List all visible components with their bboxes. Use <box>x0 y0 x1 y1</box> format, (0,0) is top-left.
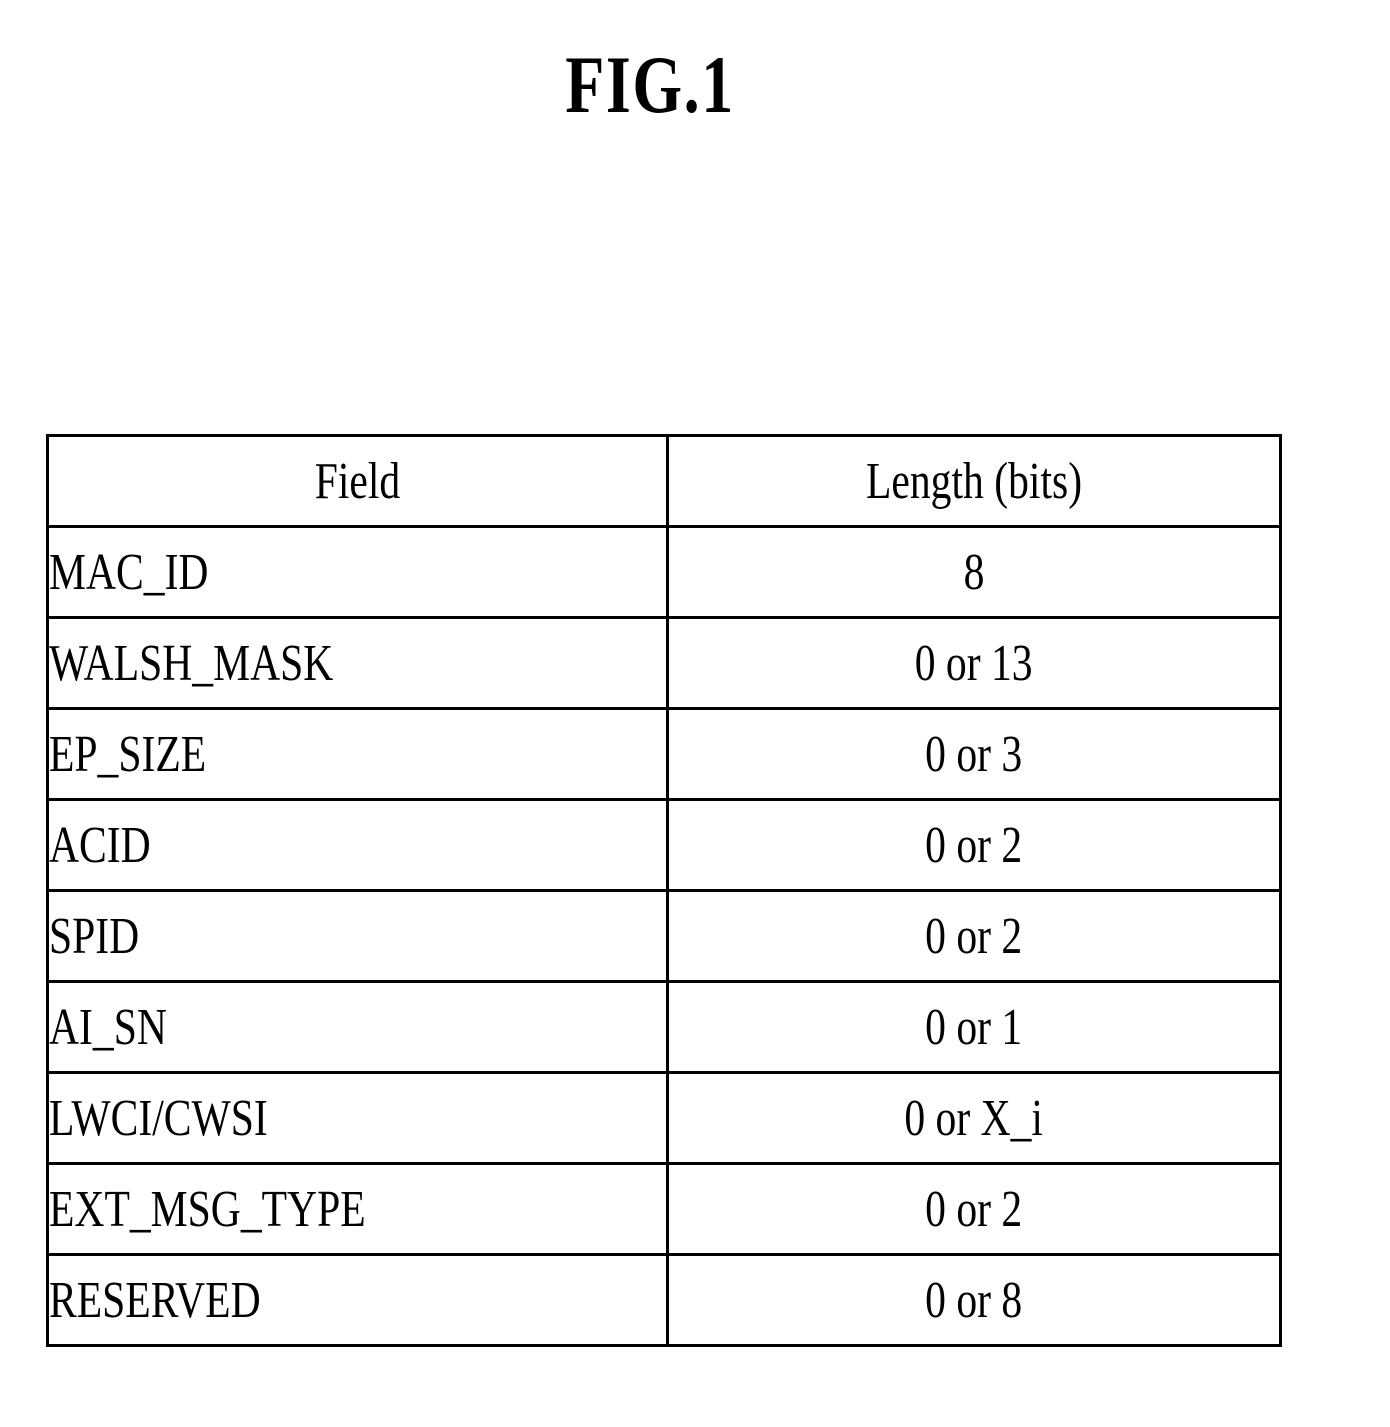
field-name: RESERVED <box>49 1271 261 1329</box>
field-name: MAC_ID <box>49 543 209 601</box>
table-row: LWCI/CWSI 0 or X_i <box>46 1071 1282 1165</box>
length-value: 0 or 3 <box>925 725 1023 783</box>
figure-title: FIG.1 <box>565 39 735 130</box>
length-value: 8 <box>963 543 985 601</box>
field-name: SPID <box>49 907 140 965</box>
length-cell: 0 or 2 <box>666 798 1282 892</box>
table-row: ACID 0 or 2 <box>46 798 1282 892</box>
length-cell: 0 or 1 <box>666 980 1282 1074</box>
field-name: WALSH_MASK <box>49 634 334 692</box>
field-name: LWCI/CWSI <box>49 1089 268 1147</box>
header-field-label: Field <box>314 452 401 510</box>
field-cell: MAC_ID <box>46 525 669 619</box>
field-cell: LWCI/CWSI <box>46 1071 669 1165</box>
length-cell: 0 or 13 <box>666 616 1282 710</box>
table-row: WALSH_MASK 0 or 13 <box>46 616 1282 710</box>
field-name: EP_SIZE <box>49 725 207 783</box>
header-length: Length (bits) <box>666 434 1282 528</box>
length-cell: 0 or 2 <box>666 889 1282 983</box>
field-cell: AI_SN <box>46 980 669 1074</box>
length-cell: 8 <box>666 525 1282 619</box>
field-name: AI_SN <box>49 998 167 1056</box>
table-row: SPID 0 or 2 <box>46 889 1282 983</box>
table-row: RESERVED 0 or 8 <box>46 1253 1282 1347</box>
field-cell: EXT_MSG_TYPE <box>46 1162 669 1256</box>
length-cell: 0 or 2 <box>666 1162 1282 1256</box>
length-value: 0 or 2 <box>925 907 1023 965</box>
table-row: EP_SIZE 0 or 3 <box>46 707 1282 801</box>
length-cell: 0 or 3 <box>666 707 1282 801</box>
field-name: EXT_MSG_TYPE <box>49 1180 366 1238</box>
length-cell: 0 or 8 <box>666 1253 1282 1347</box>
field-cell: EP_SIZE <box>46 707 669 801</box>
table-row: EXT_MSG_TYPE 0 or 2 <box>46 1162 1282 1256</box>
length-value: 0 or 13 <box>915 634 1033 692</box>
field-name: ACID <box>49 816 151 874</box>
field-cell: SPID <box>46 889 669 983</box>
length-value: 0 or 2 <box>925 816 1023 874</box>
table-row: MAC_ID 8 <box>46 525 1282 619</box>
length-value: 0 or 2 <box>925 1180 1023 1238</box>
length-value: 0 or X_i <box>904 1089 1044 1147</box>
length-value: 0 or 1 <box>925 998 1023 1056</box>
header-length-label: Length (bits) <box>865 452 1083 510</box>
field-cell: WALSH_MASK <box>46 616 669 710</box>
field-cell: ACID <box>46 798 669 892</box>
length-cell: 0 or X_i <box>666 1071 1282 1165</box>
length-value: 0 or 8 <box>925 1271 1023 1329</box>
header-field: Field <box>46 434 669 528</box>
field-cell: RESERVED <box>46 1253 669 1347</box>
table-header-row: Field Length (bits) <box>46 434 1282 528</box>
field-length-table: Field Length (bits) MAC_ID 8 WALSH_MASK … <box>46 434 1282 1347</box>
table-row: AI_SN 0 or 1 <box>46 980 1282 1074</box>
